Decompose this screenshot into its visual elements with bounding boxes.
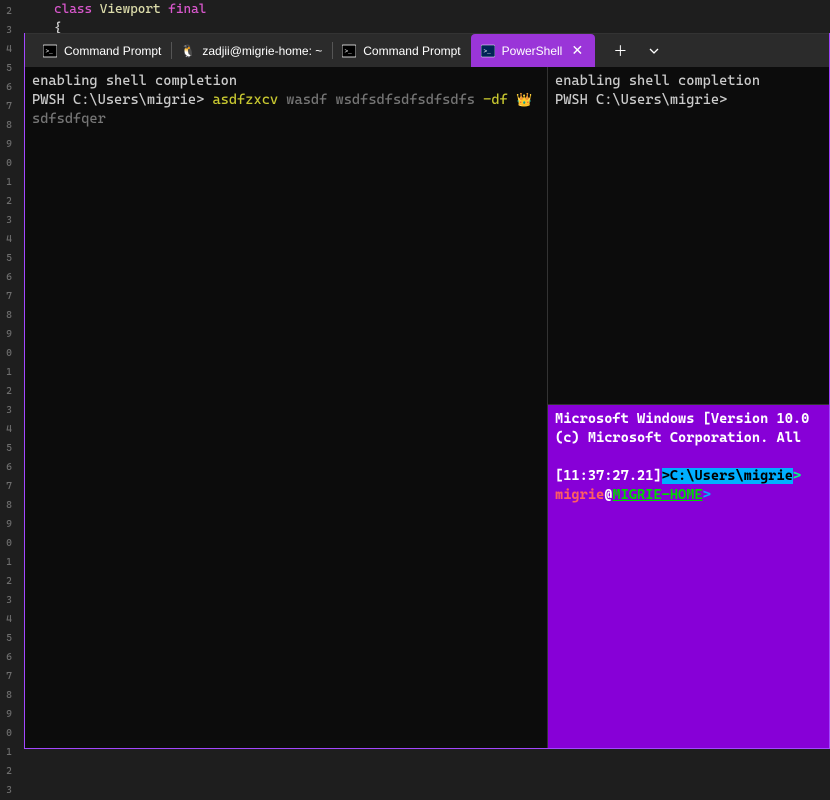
tab-dropdown-button[interactable] (637, 34, 671, 68)
tab-label: Command Prompt (64, 44, 161, 58)
right-pane-column: enabling shell completion PWSH C:\Users\… (548, 67, 829, 748)
prompt-path: >C:\Users\migrie (662, 468, 793, 484)
cmd-arg: asdfzxcv (212, 92, 278, 108)
banner-line: (c) Microsoft Corporation. All (555, 430, 809, 446)
tab-powershell[interactable]: >_ PowerShell ✕ (471, 34, 596, 67)
tab-command-prompt[interactable]: >_ Command Prompt (33, 34, 171, 67)
terminal-pane-right-top[interactable]: enabling shell completion PWSH C:\Users\… (548, 67, 829, 405)
powershell-icon: >_ (481, 44, 495, 58)
cmd-arg: wasdf wsdfsdfsdfsdfsdfs (278, 92, 483, 108)
crown-emoji-icon: 👑 (516, 93, 532, 108)
tab-controls: ＋ (603, 34, 671, 67)
tab-label: PowerShell (502, 44, 563, 58)
terminal-pane-left[interactable]: enabling shell completion PWSH C:\Users\… (25, 67, 548, 748)
shell-prompt: PWSH C:\Users\migrie> (32, 92, 212, 108)
terminal-tab-bar: >_ Command Prompt 🐧 zadjii@migrie-home: … (25, 33, 829, 67)
prompt-gt: > (793, 468, 801, 484)
svg-text:>_: >_ (483, 48, 491, 55)
svg-text:>_: >_ (345, 48, 353, 55)
terminal-pane-right-bottom[interactable]: Microsoft Windows [Version 10.0 (c) Micr… (548, 405, 829, 748)
keyword-class: class (54, 2, 92, 17)
cmd-arg: -df (483, 92, 516, 108)
tab-label: Command Prompt (363, 44, 460, 58)
prompt-host: MIGRIE-HOME (612, 487, 702, 503)
shell-output-line: enabling shell completion (32, 73, 237, 89)
terminal-window: >_ Command Prompt 🐧 zadjii@migrie-home: … (24, 33, 830, 749)
svg-text:>_: >_ (46, 48, 54, 55)
tab-linux[interactable]: 🐧 zadjii@migrie-home: ~ (171, 34, 332, 67)
prompt-user: migrie (555, 487, 604, 503)
shell-prompt: PWSH C:\Users\migrie> (555, 92, 727, 108)
editor-line-gutter: 2 3 4 5 6 7 8 9 0 1 2 3 4 5 6 7 8 9 0 1 … (0, 0, 14, 762)
prompt-time: [11:37:27.21] (555, 468, 662, 484)
terminal-panes: enabling shell completion PWSH C:\Users\… (25, 67, 829, 748)
close-icon[interactable]: ✕ (569, 43, 585, 59)
cmd-icon: >_ (342, 44, 356, 58)
shell-output-line: enabling shell completion (555, 73, 760, 89)
prompt-gt: > (703, 487, 711, 503)
class-name: Viewport (100, 2, 161, 17)
banner-line: Microsoft Windows [Version 10.0 (555, 411, 809, 427)
tab-label: zadjii@migrie-home: ~ (202, 44, 322, 58)
cmd-icon: >_ (43, 44, 57, 58)
keyword-final: final (168, 2, 206, 17)
new-tab-button[interactable]: ＋ (603, 34, 637, 68)
tux-icon: 🐧 (181, 44, 195, 58)
tab-command-prompt[interactable]: >_ Command Prompt (332, 34, 470, 67)
